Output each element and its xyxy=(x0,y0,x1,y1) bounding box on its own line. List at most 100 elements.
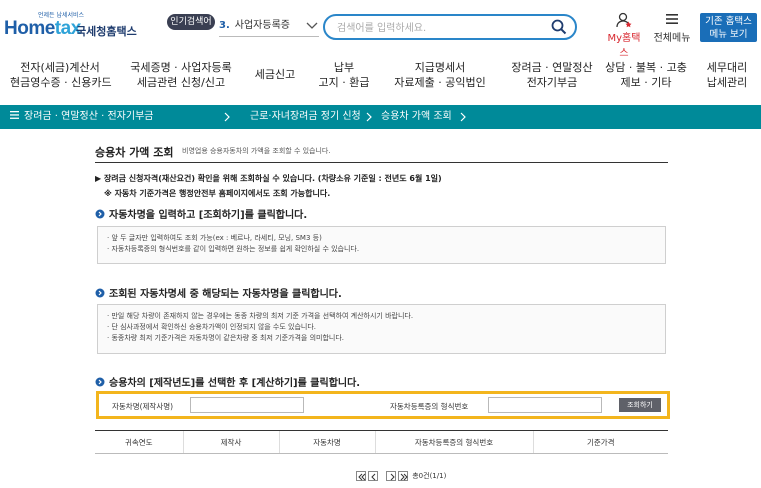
hometax-logo[interactable]: 언제든 납세서비스 Hometax 국세청홈택스 xyxy=(4,12,137,40)
pagination-summary: 총0건(1/1) xyxy=(412,472,447,480)
step-2-info-box: · 만일 해당 차량이 존재하지 않는 경우에는 동종 차량의 최저 기준 가격… xyxy=(97,304,666,354)
nav-item-line2: 자료제출 · 공익법인 xyxy=(394,76,486,89)
myhome-button[interactable]: My홈택스 xyxy=(603,12,645,59)
page-subtitle: 비영업용 승용자동차의 가액을 조회할 수 있습니다. xyxy=(182,147,331,155)
nav-item-line2: 고지 · 환급 xyxy=(318,76,370,89)
breadcrumb-item-regular-application[interactable]: 근로·자녀장려금 정기 신청 xyxy=(250,105,361,129)
info-item: · 만일 해당 차량이 존재하지 않는 경우에는 동종 차량의 최저 기준 가격… xyxy=(107,312,414,320)
step-2-text: 조회된 자동차명세 중 해당되는 자동차명을 클릭합니다. xyxy=(109,289,342,300)
logo-name: 국세청홈택스 xyxy=(76,25,137,38)
col-header-year: 귀속연도 xyxy=(95,430,183,454)
breadcrumb-label: 장려금 · 연말정산 · 전자기부금 xyxy=(24,111,154,122)
header: 언제든 납세서비스 Hometax 국세청홈택스 인기검색어 3. 사업자등록증 … xyxy=(0,0,761,59)
nav-item-line2: 제보 · 기타 xyxy=(620,76,672,89)
col-header-price: 기준가격 xyxy=(532,430,668,454)
search-button[interactable]: 조회하기 xyxy=(619,398,661,412)
col-header-maker: 제작사 xyxy=(182,430,279,454)
breadcrumb: 장려금 · 연말정산 · 전자기부금 근로·자녀장려금 정기 신청 승용차 가액… xyxy=(0,105,761,129)
legacy-menu-line1: 기존 홈택스 xyxy=(705,16,752,27)
breadcrumb-item-car-value[interactable]: 승용차 가액 조회 xyxy=(381,105,452,129)
legacy-menu-button[interactable]: 기존 홈택스 메뉴 보기 xyxy=(700,13,757,42)
type-number-label: 자동차등록증의 형식번호 xyxy=(390,402,469,411)
all-menu-label: 전체메뉴 xyxy=(653,33,691,44)
chevron-right-icon xyxy=(390,473,395,481)
step-1-heading: 자동차명을 입력하고 [조회하기]를 클릭합니다. xyxy=(95,206,307,221)
nav-item-payment[interactable]: 납부고지 · 환급 xyxy=(312,60,376,100)
chevron-down-icon xyxy=(306,22,318,29)
step-3-text: 승용차의 [제작년도]를 선택한 후 [계산하기]를 클릭합니다. xyxy=(109,378,361,389)
breadcrumb-label: 근로·자녀장려금 정기 신청 xyxy=(250,111,361,122)
pagination: 총0건(1/1) xyxy=(356,471,446,483)
nav-item-line1: 세무대리 xyxy=(706,61,748,74)
nav-item-line1: 전자(세금)계산서 xyxy=(20,61,100,74)
info-item: · 동종차량 최저 기준가격은 자동차명이 같은차량 중 최저 기준가격을 의미… xyxy=(107,334,344,342)
step-bullet-icon xyxy=(95,209,105,219)
main-nav: 전자(세금)계산서현금영수증 · 신용카드 국세증명 · 사업자등록세금관련 신… xyxy=(0,60,761,100)
step-1-text: 자동차명을 입력하고 [조회하기]를 클릭합니다. xyxy=(109,210,308,221)
step-bullet-icon xyxy=(95,288,105,298)
step-2-heading: 조회된 자동차명세 중 해당되는 자동차명을 클릭합니다. xyxy=(95,285,342,300)
step-1-info-box: · 앞 두 글자만 입력하여도 조회 가능(ex : 베르나, 라세티, 모닝,… xyxy=(97,226,666,264)
nav-item-line2: 납세관리 xyxy=(706,76,748,89)
col-header-car-name: 자동차명 xyxy=(278,430,375,454)
breadcrumb-item-incentive[interactable]: 장려금 · 연말정산 · 전자기부금 xyxy=(10,105,153,129)
col-header-type-number: 자동차등록증의 형식번호 xyxy=(374,430,533,454)
chevron-right-icon xyxy=(224,112,230,122)
search-box xyxy=(323,14,577,40)
nav-item-line1: 납부 xyxy=(333,61,355,74)
type-number-input[interactable] xyxy=(488,397,602,413)
menu-icon xyxy=(10,111,19,119)
last-page-button[interactable] xyxy=(398,471,408,481)
reference-note: ※ 자동차 기준가격은 행정안전부 홈페이지에서도 조회 가능합니다. xyxy=(104,189,331,198)
popular-keyword-select[interactable]: 3. 사업자등록증 xyxy=(219,15,319,37)
nav-item-tax-agent[interactable]: 세무대리납세관리 xyxy=(698,60,756,100)
popular-rank: 3. xyxy=(219,20,230,31)
nav-item-certificates[interactable]: 국세증명 · 사업자등록세금관련 신청/신고 xyxy=(128,60,234,100)
prev-page-button[interactable] xyxy=(368,471,378,481)
double-chevron-right-icon xyxy=(400,473,408,481)
car-name-input[interactable] xyxy=(190,397,304,413)
info-item: · 앞 두 글자만 입력하여도 조회 가능(ex : 베르나, 라세티, 모닝,… xyxy=(107,234,322,242)
nav-item-consulting[interactable]: 상담 · 불복 · 고충제보 · 기타 xyxy=(604,60,688,100)
nav-item-payment-statement[interactable]: 지급명세서자료제출 · 공익법인 xyxy=(388,60,492,100)
info-item: · 자동차등록증의 형식번호를 같이 입력하면 원하는 정보를 쉽게 확인하실 … xyxy=(107,245,360,253)
title-divider xyxy=(95,162,668,163)
table-header-row: 귀속연도 제작사 자동차명 자동차등록증의 형식번호 기준가격 xyxy=(95,430,668,454)
nav-item-line1: 국세증명 · 사업자등록 xyxy=(130,61,232,74)
step-3-heading: 승용차의 [제작년도]를 선택한 후 [계산하기]를 클릭합니다. xyxy=(95,374,360,389)
nav-item-line1: 장려금 · 연말정산 xyxy=(511,61,593,74)
nav-item-line2: 전자기부금 xyxy=(526,76,578,89)
nav-item-tax-report[interactable]: 세금신고 xyxy=(248,60,302,100)
nav-item-line2: 세금관련 신청/신고 xyxy=(136,76,226,89)
next-page-button[interactable] xyxy=(386,471,396,481)
breadcrumb-label: 승용차 가액 조회 xyxy=(381,111,452,122)
legacy-menu-line2: 메뉴 보기 xyxy=(709,29,748,40)
search-input[interactable] xyxy=(337,18,547,39)
popular-keyword: 사업자등록증 xyxy=(234,20,290,31)
first-page-button[interactable] xyxy=(356,471,366,481)
chevron-right-icon xyxy=(366,112,372,122)
user-icon xyxy=(615,12,631,28)
nav-item-incentive[interactable]: 장려금 · 연말정산전자기부금 xyxy=(502,60,602,100)
car-search-form: 자동차명(제작사명) 자동차등록증의 형식번호 조회하기 xyxy=(96,391,670,419)
search-icon[interactable] xyxy=(551,19,567,35)
nav-item-line1: 상담 · 불복 · 고충 xyxy=(605,61,687,74)
nav-item-line2: 현금영수증 · 신용카드 xyxy=(10,76,112,89)
chevron-right-icon xyxy=(460,112,466,122)
myhome-label: My홈택스 xyxy=(607,33,641,59)
double-chevron-left-icon xyxy=(358,473,366,481)
nav-item-e-invoice[interactable]: 전자(세금)계산서현금영수증 · 신용카드 xyxy=(10,60,112,100)
step-bullet-icon xyxy=(95,377,105,387)
nav-item-line1: 세금신고 xyxy=(254,68,296,81)
hamburger-icon xyxy=(666,14,678,24)
logo-brand: Hometax xyxy=(4,18,81,39)
car-name-label: 자동차명(제작사명) xyxy=(112,402,174,411)
all-menu-button[interactable]: 전체메뉴 xyxy=(652,12,692,44)
chevron-left-icon xyxy=(371,473,376,481)
nav-item-line1: 지급명세서 xyxy=(414,61,466,74)
info-item: · 단 심사과정에서 확인하신 승용차가액이 인정되지 않을 수도 있습니다. xyxy=(107,323,317,331)
page-title: 승용차 가액 조회 xyxy=(95,146,174,159)
result-table: 귀속연도 제작사 자동차명 자동차등록증의 형식번호 기준가격 xyxy=(95,430,668,454)
popular-search-label: 인기검색어 xyxy=(167,14,215,30)
eligibility-note: ▶ 장려금 신청자격(재산요건) 확인을 위해 조회하실 수 있습니다. (차량… xyxy=(95,174,442,183)
